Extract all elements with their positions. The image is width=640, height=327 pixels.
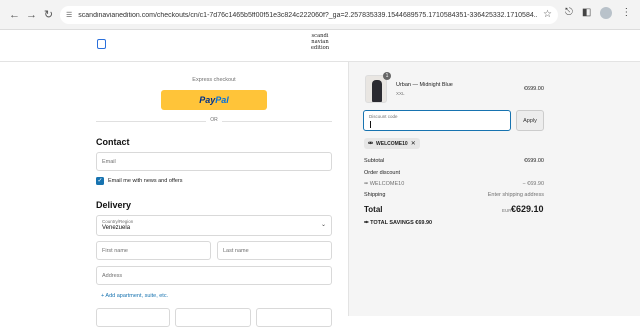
subtotal-value: €699.00 [524,158,544,164]
last-name-placeholder: Last name [223,247,249,254]
checkout-form: Express checkout Pay Pal OR Contact Email… [0,62,348,327]
shipping-row: Shipping Enter shipping address [364,192,544,198]
text-cursor [370,121,371,128]
contact-heading: Contact [96,137,130,147]
discount-value: − €69.90 [522,181,544,187]
shipping-label: Shipping [364,192,386,198]
discount-code-label: Discount code [369,114,398,119]
or-text: OR [206,117,222,123]
sidepanel-icon[interactable]: ◧ [582,7,591,19]
applied-code: WELCOME10 [376,140,408,147]
chevron-down-icon: ⌄ [320,222,326,228]
product-name: Urban — Midnight Blue [396,82,453,88]
product-variant: XXL [396,91,405,96]
paypal-pay-text: Pay [199,95,216,105]
country-value: Venezuela [102,225,131,231]
checkout-header: scandi navian edition [0,30,640,62]
order-discount-label: Order discount [364,170,401,176]
savings-label: TOTAL SAVINGS [370,220,414,226]
address-placeholder: Address [102,272,123,279]
bookmark-star-icon[interactable]: ☆ [543,9,552,20]
order-discount-row: Order discount [364,170,544,176]
extensions-icon[interactable]: ⎋ [565,7,573,19]
discount-code-row: ⚮ WELCOME10 − €69.90 [364,181,544,187]
discount-code-row-label: WELCOME10 [369,181,405,187]
reload-icon[interactable]: ↻ [40,6,57,23]
url-text: scandinavianedition.com/checkouts/cn/c1-… [78,11,539,19]
discount-tag-icon: ⚮ [364,181,369,187]
store-logo[interactable]: scandi navian edition [310,33,330,51]
forward-arrow-icon[interactable]: → [23,6,40,23]
product-price: €699.00 [524,86,544,92]
delivery-heading: Delivery [96,200,132,210]
last-name-field[interactable]: Last name [217,241,332,260]
add-apartment-link[interactable]: + Add apartment, suite, etc. [101,293,168,299]
newsletter-label: Email me with news and offers [108,178,183,184]
remove-code-icon[interactable]: ✕ [411,140,416,147]
address-field[interactable]: Address [96,266,332,285]
profile-avatar[interactable] [600,7,613,19]
site-info-icon[interactable]: ☰ [66,11,72,19]
tag-icon: ⚮ [368,141,374,147]
savings-value: €69.90 [415,220,433,226]
total-label: Total [364,205,383,214]
apply-button[interactable]: Apply [516,110,544,131]
shipping-value: Enter shipping address [487,192,544,198]
newsletter-checkbox[interactable]: ✓ [96,177,104,185]
first-name-placeholder: First name [102,247,128,254]
subtotal-label: Subtotal [364,158,385,164]
discount-code-input[interactable]: Discount code [363,110,511,131]
state-field-partial[interactable] [175,308,251,327]
browser-toolbar: ← → ↻ ☰ scandinavianedition.com/checkout… [0,0,640,30]
paypal-button[interactable]: Pay Pal [161,90,267,110]
applied-discount-tag: ⚮ WELCOME10 ✕ [364,138,420,149]
back-arrow-icon[interactable]: ← [6,6,23,23]
address-bar[interactable]: ☰ scandinavianedition.com/checkouts/cn/c… [60,6,558,24]
total-savings: ⚮ TOTAL SAVINGS €69.90 [364,220,432,226]
order-summary: 1 Urban — Midnight Blue XXL €699.00 Disc… [348,62,640,316]
quantity-badge: 1 [383,72,391,80]
express-checkout-label: Express checkout [192,77,236,83]
savings-tag-icon: ⚮ [364,220,369,226]
product-image [372,80,382,102]
paypal-pal-text: Pal [215,95,229,105]
country-label: Country/Region [102,219,134,224]
menu-kebab-icon[interactable]: ⋮ [621,7,631,19]
email-field[interactable]: Email [96,152,332,171]
first-name-field[interactable]: First name [96,241,211,260]
city-field-partial[interactable] [96,308,170,327]
postal-field-partial[interactable] [256,308,332,327]
email-placeholder: Email [102,158,116,165]
country-select[interactable]: Country/Region Venezuela ⌄ [96,215,332,236]
total-value: €629.10 [511,204,544,214]
shopping-bag-icon[interactable] [97,39,106,49]
subtotal-row: Subtotal €699.00 [364,158,544,164]
